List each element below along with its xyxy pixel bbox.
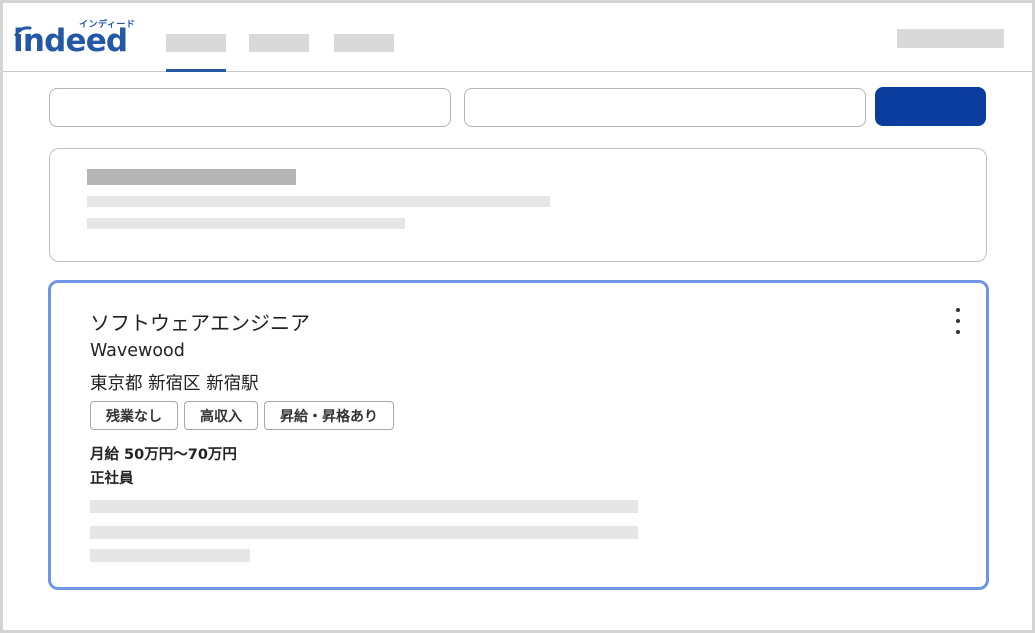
skeleton-line	[87, 218, 405, 229]
skeleton-line	[90, 526, 638, 539]
job-card-selected[interactable]: ソフトウェアエンジニア Wavewood 東京都 新宿区 新宿駅 残業なし 高収…	[48, 280, 989, 590]
nav-tab-3[interactable]	[334, 34, 394, 52]
job-salary: 月給 50万円〜70万円	[90, 447, 237, 463]
kebab-menu-icon[interactable]	[951, 308, 965, 334]
skeleton-line	[87, 196, 550, 207]
employment-type: 正社員	[90, 471, 134, 487]
search-button[interactable]	[875, 87, 986, 126]
where-search-input[interactable]	[464, 88, 866, 127]
job-tag: 高収入	[184, 401, 258, 430]
site-header: インディード indeed	[3, 3, 1032, 72]
header-account-link[interactable]	[897, 29, 1004, 48]
what-search-input[interactable]	[49, 88, 451, 127]
job-location: 東京都 新宿区 新宿駅	[90, 374, 259, 394]
active-tab-indicator	[166, 69, 226, 72]
skeleton-line	[90, 500, 638, 513]
job-tags: 残業なし 高収入 昇給・昇格あり	[90, 401, 394, 430]
logo-wordmark: indeed	[13, 23, 128, 59]
company-name: Wavewood	[90, 341, 185, 361]
job-tag: 昇給・昇格あり	[264, 401, 394, 430]
nav-tab-1[interactable]	[166, 34, 226, 52]
indeed-logo[interactable]: インディード indeed	[13, 17, 143, 61]
job-title[interactable]: ソフトウェアエンジニア	[90, 307, 310, 336]
nav-tab-2[interactable]	[249, 34, 309, 52]
job-tag: 残業なし	[90, 401, 178, 430]
skeleton-title	[87, 169, 296, 185]
app-frame: インディード indeed ソフトウェアエンジニア Wavewood 東京都 新…	[0, 0, 1035, 633]
job-card-placeholder[interactable]	[49, 148, 987, 262]
skeleton-line	[90, 549, 250, 562]
